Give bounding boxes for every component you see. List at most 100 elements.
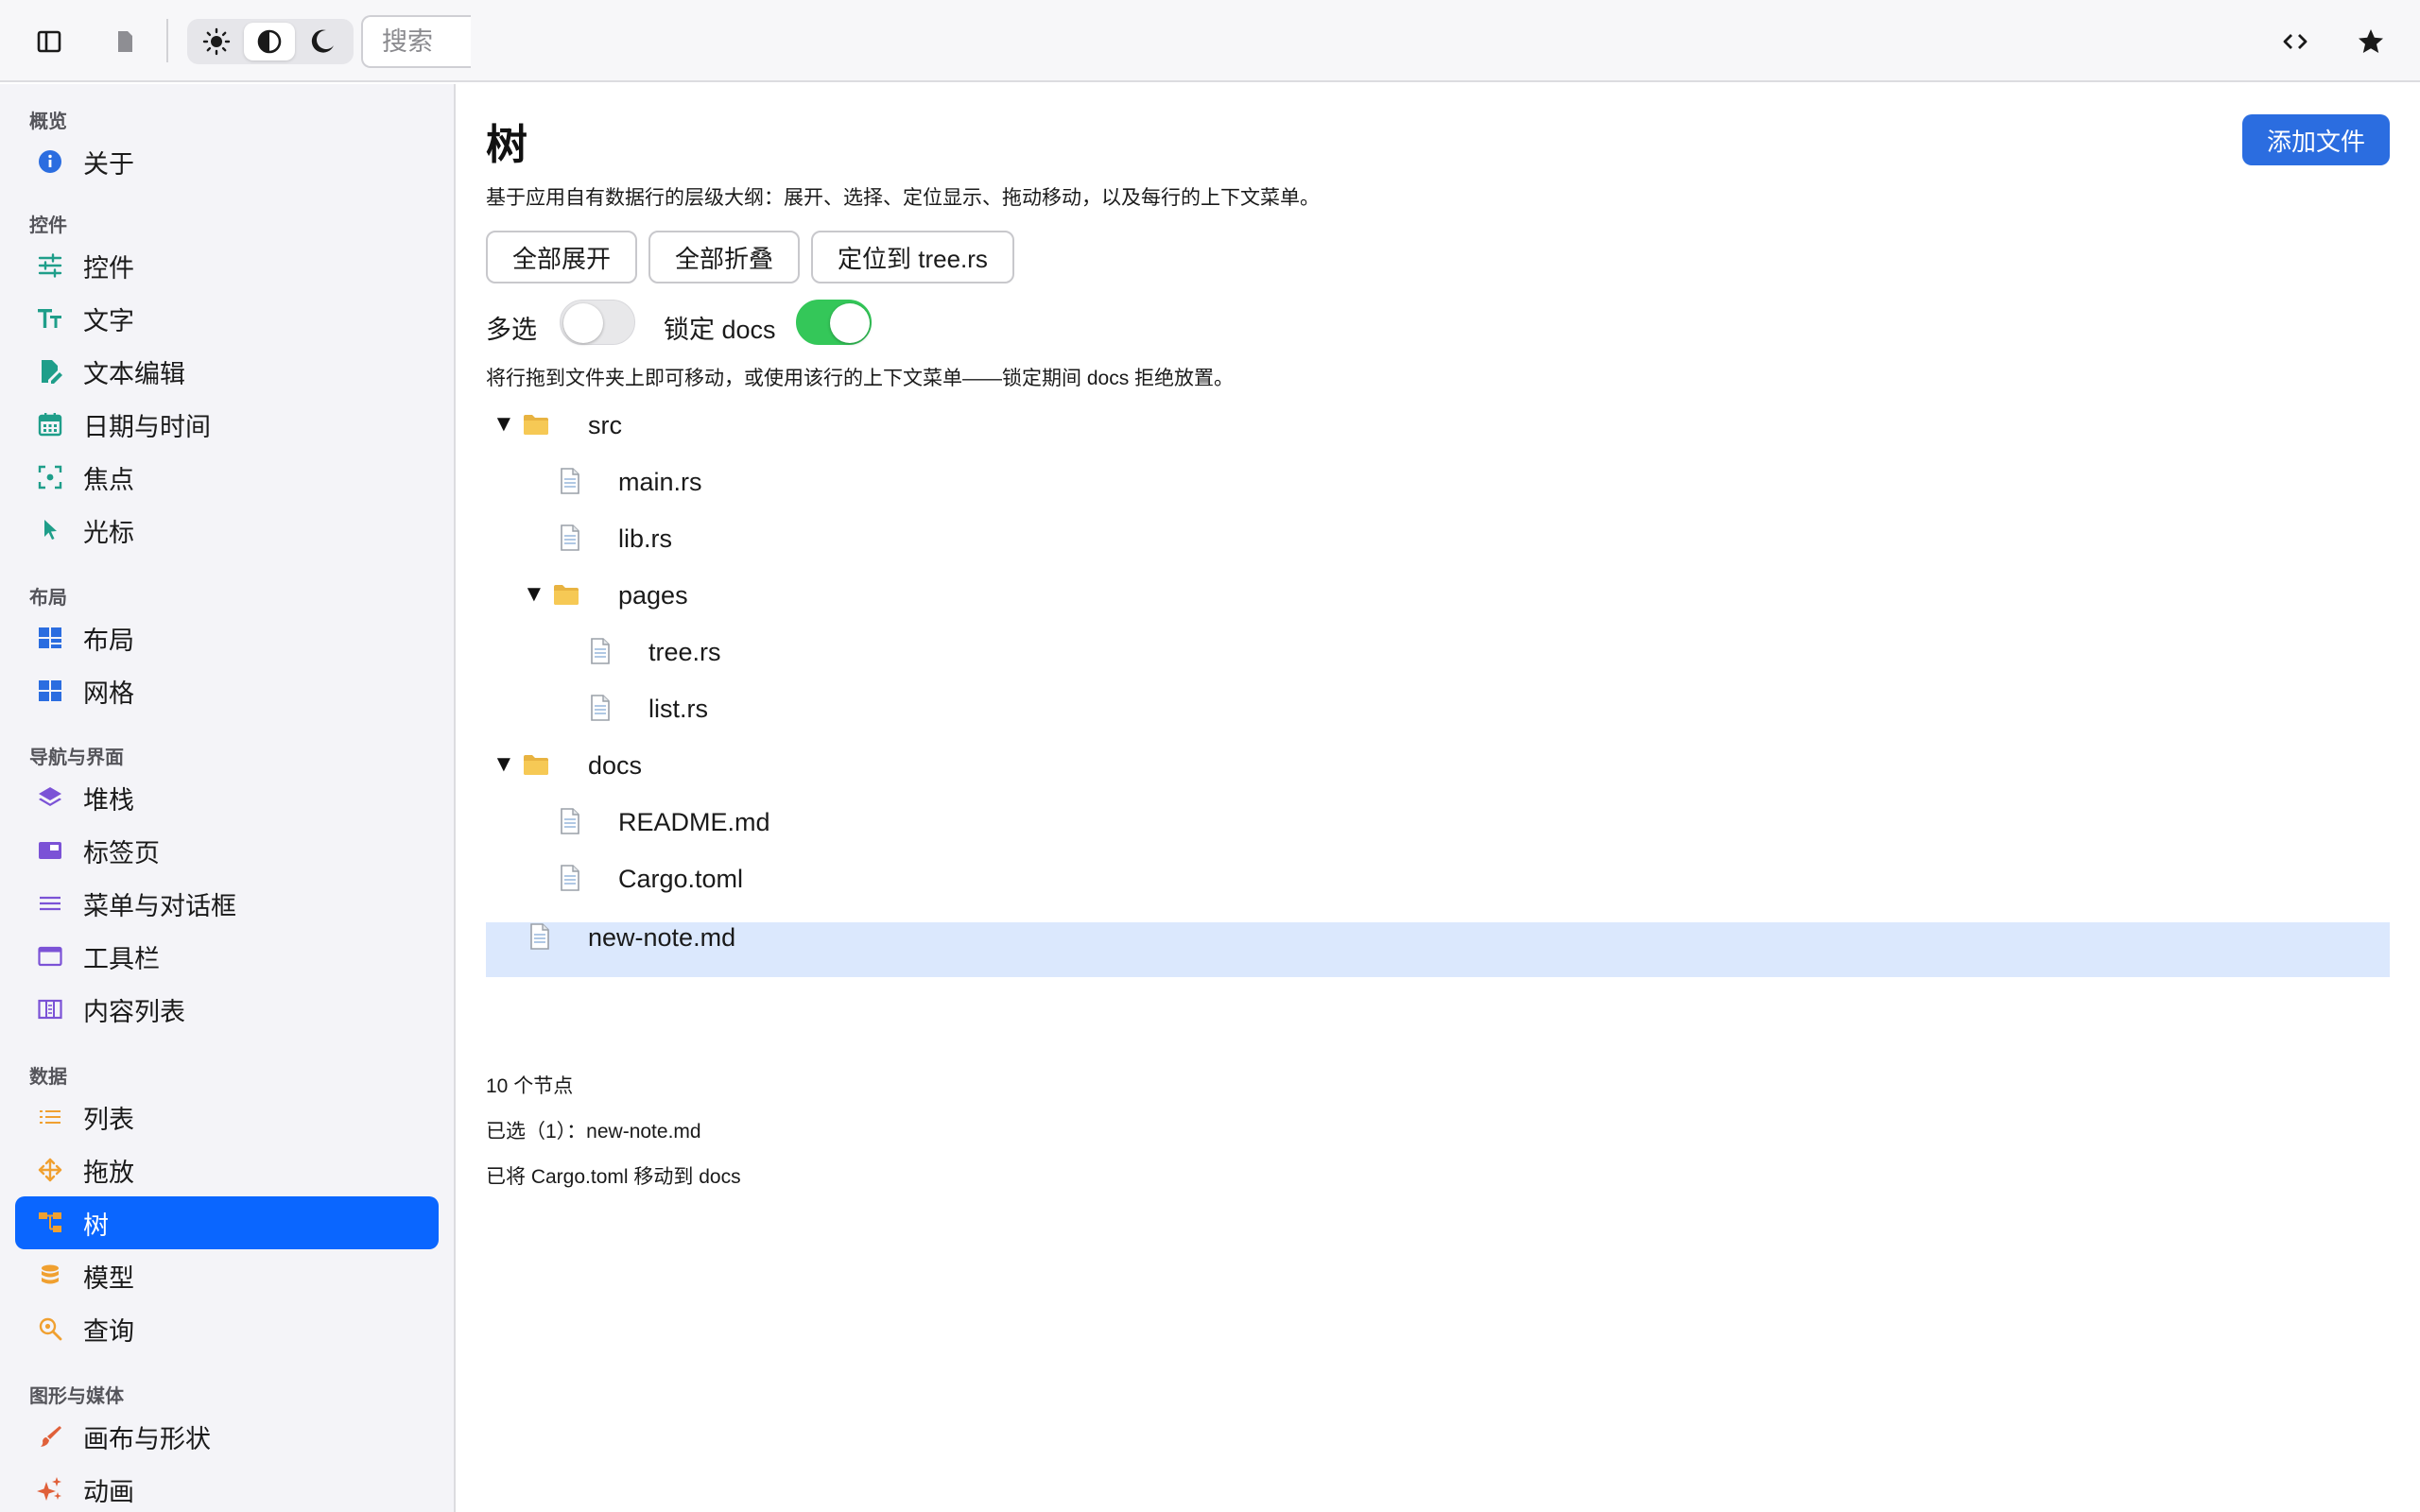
- multiselect-toggle[interactable]: [560, 300, 635, 345]
- sidebar-item-menus-dialogs[interactable]: 菜单与对话框: [15, 877, 439, 930]
- sidebar-item-label: 焦点: [83, 465, 134, 494]
- tree-row-label: docs: [588, 751, 643, 780]
- selection-status: 已选（1）：new-note.md: [486, 1121, 701, 1143]
- sidebar-section-title: 数据: [29, 1067, 67, 1088]
- tree-row-docs[interactable]: ▼ docs: [486, 738, 2390, 793]
- sidebar-toggle-button[interactable]: [25, 17, 74, 66]
- disclosure-arrow[interactable]: ▼: [493, 411, 515, 438]
- sidebar-item-toolbar[interactable]: 工具栏: [15, 930, 439, 983]
- sidebar-item-focus[interactable]: 焦点: [15, 451, 439, 504]
- sidebar-item-cursor[interactable]: 光标: [15, 504, 439, 557]
- sidebar-item-drag-drop[interactable]: 拖放: [15, 1143, 439, 1196]
- sidebar-item-grid[interactable]: 网格: [15, 664, 439, 717]
- sidebar-item-date-time[interactable]: 日期与时间: [15, 398, 439, 451]
- sidebar-item-label: 文本编辑: [83, 359, 185, 388]
- sidebar-item-label: 工具栏: [83, 944, 160, 973]
- tree-row-label: pages: [618, 581, 688, 610]
- sidebar-item-controls[interactable]: 控件: [15, 239, 439, 292]
- sidebar-item-label: 关于: [83, 149, 134, 179]
- tree-row-label: new-note.md: [588, 923, 736, 952]
- sidebar-item-about[interactable]: 关于: [15, 135, 439, 188]
- layout-icon: [34, 622, 66, 654]
- sidebar-item-list[interactable]: 列表: [15, 1091, 439, 1143]
- sidebar-item-label: 内容列表: [83, 997, 185, 1026]
- add-file-button[interactable]: 添加文件: [2242, 114, 2390, 165]
- view-source-button[interactable]: [2271, 17, 2320, 66]
- folder-icon: [554, 585, 579, 605]
- tabs-icon: [34, 834, 66, 867]
- page-description: 基于应用自有数据行的层级大纲：展开、选择、定位显示、拖动移动，以及每行的上下文菜…: [486, 187, 1320, 209]
- dark-theme-button[interactable]: [297, 23, 348, 60]
- sidebar: 概览 关于 控件 控件 文字 文本编辑 日期与时间 焦点 光标 布局 布局 网格…: [0, 84, 456, 1512]
- file-icon: [561, 808, 579, 834]
- tree-row-label: list.rs: [648, 695, 708, 723]
- reveal-tree-rs-button[interactable]: 定位到 tree.rs: [811, 231, 1014, 284]
- light-theme-button[interactable]: [191, 23, 242, 60]
- tree-row-label: README.md: [618, 808, 770, 836]
- node-count: 10 个节点: [486, 1075, 574, 1097]
- sidebar-item-query[interactable]: 查询: [15, 1302, 439, 1355]
- tree-row-label: lib.rs: [618, 524, 673, 553]
- moon-icon: [311, 29, 334, 53]
- tree-row-lib-rs[interactable]: lib.rs: [486, 511, 2390, 566]
- search-input[interactable]: [361, 15, 471, 68]
- sidebar-icon: [37, 30, 61, 53]
- tree-row-new-note-md[interactable]: new-note.md: [486, 922, 2390, 977]
- focus-icon: [34, 461, 66, 493]
- theme-switcher: [187, 19, 354, 64]
- sidebar-item-label: 动画: [83, 1477, 134, 1506]
- drag-hint: 将行拖到文件夹上即可移动，或使用该行的上下文菜单——锁定期间 docs 拒绝放置…: [486, 368, 1235, 389]
- tree-row-pages[interactable]: ▼ pages: [486, 568, 2390, 623]
- tree-row-label: tree.rs: [648, 638, 721, 666]
- tree-row-list-rs[interactable]: list.rs: [486, 681, 2390, 736]
- file-icon: [591, 638, 610, 664]
- sidebar-item-tree[interactable]: 树: [15, 1196, 439, 1249]
- sidebar-item-label: 查询: [83, 1316, 134, 1346]
- top-toolbar: [0, 0, 2420, 82]
- sparkles-icon: [34, 1473, 66, 1505]
- file-icon: [561, 468, 579, 494]
- sidebar-item-label: 拖放: [83, 1158, 134, 1187]
- sidebar-item-label: 堆栈: [83, 785, 134, 815]
- tree-row-label: main.rs: [618, 468, 702, 496]
- disclosure-arrow[interactable]: ▼: [493, 751, 515, 778]
- sidebar-item-label: 光标: [83, 518, 134, 547]
- lock-docs-label: 锁定 docs: [664, 316, 776, 344]
- sidebar-item-model[interactable]: 模型: [15, 1249, 439, 1302]
- tree-row-label: Cargo.toml: [618, 865, 744, 893]
- expand-all-button[interactable]: 全部展开: [486, 231, 638, 284]
- tree-row-main-rs[interactable]: main.rs: [486, 455, 2390, 509]
- sidebar-item-layout[interactable]: 布局: [15, 611, 439, 664]
- tree-row-readme-md[interactable]: README.md: [486, 795, 2390, 850]
- document-button[interactable]: [100, 17, 149, 66]
- sidebar-item-text[interactable]: 文字: [15, 292, 439, 345]
- sidebar-item-label: 文字: [83, 306, 134, 335]
- tree-row-tree-rs[interactable]: tree.rs: [486, 625, 2390, 679]
- lock-docs-toggle[interactable]: [796, 300, 872, 345]
- sidebar-item-label: 菜单与对话框: [83, 891, 236, 920]
- cursor-icon: [34, 514, 66, 546]
- file-icon: [530, 923, 549, 950]
- sidebar-item-animation[interactable]: 动画: [15, 1463, 439, 1512]
- sidebar-item-tabs[interactable]: 标签页: [15, 824, 439, 877]
- sidebar-item-canvas-shapes[interactable]: 画布与形状: [15, 1410, 439, 1463]
- sidebar-item-content-list[interactable]: 内容列表: [15, 983, 439, 1036]
- sidebar-item-text-editing[interactable]: 文本编辑: [15, 345, 439, 398]
- sidebar-item-stack[interactable]: 堆栈: [15, 771, 439, 824]
- code-icon: [2283, 34, 2308, 49]
- list-icon: [34, 1101, 66, 1133]
- file-icon: [561, 524, 579, 551]
- sliders-icon: [34, 249, 66, 282]
- disclosure-arrow[interactable]: ▼: [523, 581, 545, 608]
- tree-row-cargo-toml[interactable]: Cargo.toml: [486, 851, 2390, 906]
- favorite-button[interactable]: [2346, 17, 2395, 66]
- sidebar-item-label: 日期与时间: [83, 412, 211, 441]
- collapse-all-button[interactable]: 全部折叠: [648, 231, 801, 284]
- sidebar-item-label: 控件: [83, 253, 134, 283]
- auto-theme-button[interactable]: [244, 23, 295, 60]
- multiselect-label: 多选: [486, 316, 537, 344]
- sidebar-item-label: 树: [83, 1211, 109, 1240]
- tree-row-src[interactable]: ▼ src: [486, 398, 2390, 453]
- sun-icon: [202, 27, 231, 56]
- info-icon: [34, 146, 66, 178]
